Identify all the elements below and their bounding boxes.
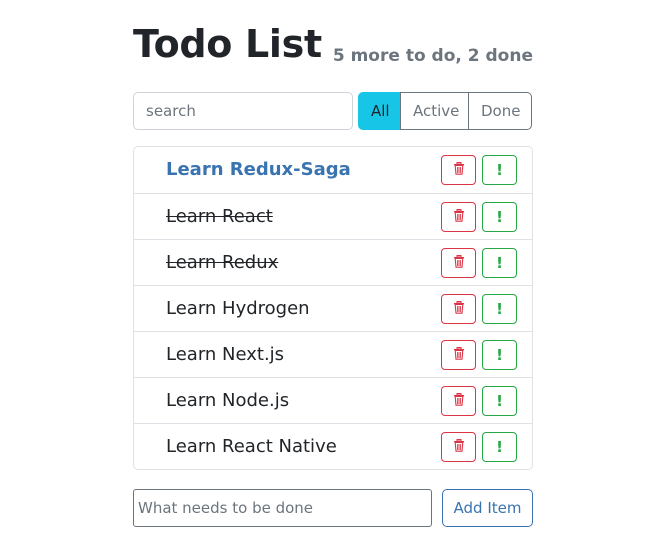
- page-title: Todo List: [133, 22, 322, 66]
- delete-button[interactable]: [441, 155, 476, 185]
- todo-label[interactable]: Learn Node.js: [166, 378, 289, 424]
- todo-label[interactable]: Learn React Native: [166, 424, 337, 470]
- trash-icon: [453, 162, 465, 178]
- search-panel: All Active Done: [133, 92, 533, 130]
- delete-button[interactable]: [441, 340, 476, 370]
- trash-icon: [453, 209, 465, 225]
- add-item-form: Add Item: [133, 489, 533, 527]
- status-filter: All Active Done: [358, 92, 532, 130]
- mark-important-button[interactable]: !: [482, 386, 517, 416]
- filter-active-button[interactable]: Active: [400, 92, 469, 130]
- todo-label[interactable]: Learn Redux: [166, 240, 278, 286]
- delete-button[interactable]: [441, 294, 476, 324]
- add-item-button[interactable]: Add Item: [442, 489, 533, 527]
- trash-icon: [453, 301, 465, 317]
- todo-label[interactable]: Learn React: [166, 194, 273, 240]
- list-item: Learn Hydrogen !: [134, 285, 532, 331]
- new-item-input[interactable]: [133, 489, 432, 527]
- delete-button[interactable]: [441, 202, 476, 232]
- list-item: Learn React Native !: [134, 423, 532, 469]
- todo-label[interactable]: Learn Hydrogen: [166, 286, 310, 332]
- todo-list: Learn Redux-Saga ! Learn React ! Learn R…: [133, 146, 533, 470]
- delete-button[interactable]: [441, 432, 476, 462]
- list-item: Learn Next.js !: [134, 331, 532, 377]
- mark-important-button[interactable]: !: [482, 432, 517, 462]
- delete-button[interactable]: [441, 386, 476, 416]
- todo-label[interactable]: Learn Redux-Saga: [166, 147, 351, 193]
- list-item: Learn Redux-Saga !: [134, 147, 532, 193]
- list-item: Learn Node.js !: [134, 377, 532, 423]
- app-header: Todo List 5 more to do, 2 done: [133, 0, 533, 90]
- search-input[interactable]: [133, 92, 353, 130]
- trash-icon: [453, 439, 465, 455]
- mark-important-button[interactable]: !: [482, 294, 517, 324]
- trash-icon: [453, 255, 465, 271]
- trash-icon: [453, 347, 465, 363]
- list-item: Learn Redux !: [134, 239, 532, 285]
- mark-important-button[interactable]: !: [482, 155, 517, 185]
- mark-important-button[interactable]: !: [482, 248, 517, 278]
- delete-button[interactable]: [441, 248, 476, 278]
- mark-important-button[interactable]: !: [482, 202, 517, 232]
- filter-done-button[interactable]: Done: [468, 92, 532, 130]
- mark-important-button[interactable]: !: [482, 340, 517, 370]
- filter-all-button[interactable]: All: [358, 92, 401, 130]
- trash-icon: [453, 393, 465, 409]
- todo-label[interactable]: Learn Next.js: [166, 332, 284, 378]
- list-item: Learn React !: [134, 193, 532, 239]
- todo-counts: 5 more to do, 2 done: [332, 46, 533, 66]
- todo-app: Todo List 5 more to do, 2 done All Activ…: [133, 0, 533, 527]
